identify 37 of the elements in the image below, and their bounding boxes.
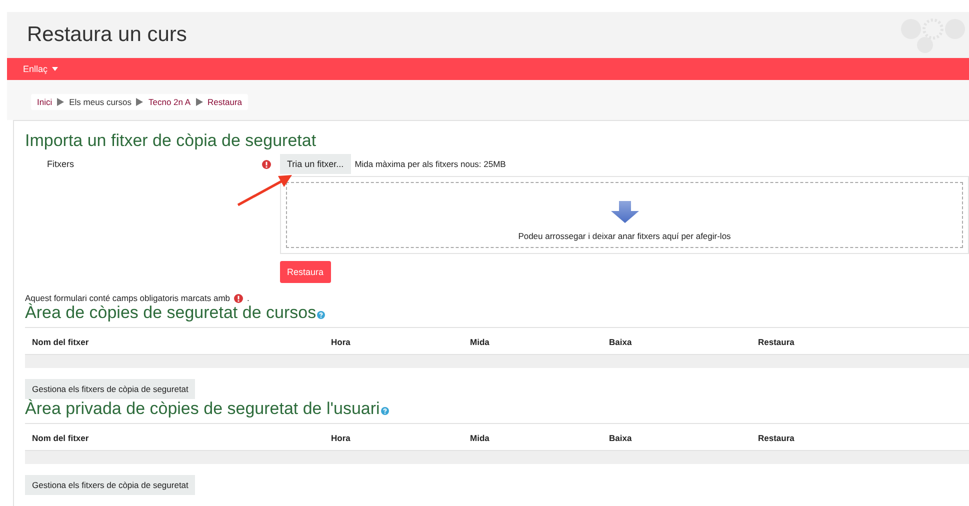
annotation-arrow — [236, 173, 294, 207]
separator-icon — [136, 98, 144, 106]
note-period: . — [247, 293, 250, 303]
manage-backups-button[interactable]: Gestiona els fitxers de còpia de seguretat — [25, 475, 196, 495]
section-heading: Importa un fitxer de còpia de seguretat — [25, 131, 318, 151]
column-header: Restaura — [758, 433, 794, 443]
required-note: Aquest formulari conté camps obligatoris marcats amb — [25, 293, 230, 303]
download-arrow-icon — [610, 201, 638, 223]
column-header: Baixa — [609, 433, 632, 443]
section-heading: Àrea privada de còpies de seguretat de l'usuari — [25, 399, 380, 419]
required-icon — [262, 160, 271, 169]
choose-file-button[interactable]: Tria un fitxer... — [280, 154, 351, 174]
max-size-text: Mida màxima per als fitxers nous: 25MB — [354, 159, 506, 169]
required-icon — [234, 294, 244, 302]
separator-icon — [196, 98, 203, 106]
page-title: Restaura un curs — [27, 23, 187, 47]
breadcrumb-text: Els meus cursos — [69, 97, 132, 107]
manage-backups-button[interactable]: Gestiona els fitxers de còpia de seguretat — [25, 379, 196, 399]
column-header: Mida — [470, 433, 490, 443]
column-header: Nom del fitxer — [32, 433, 89, 443]
column-header: Hora — [331, 337, 350, 347]
field-label: Fitxers — [47, 159, 74, 169]
file-drop-area[interactable]: Podeu arrossegar i deixar anar fitxers aquí per afegir-los — [280, 176, 969, 254]
separator-icon — [57, 98, 64, 106]
breadcrumb-link[interactable]: Tecno 2n A — [148, 97, 191, 107]
help-icon[interactable] — [317, 311, 326, 319]
column-header: Restaura — [758, 337, 794, 347]
column-header: Nom del fitxer — [32, 337, 89, 347]
breadcrumb-link[interactable]: Restaura — [208, 97, 242, 107]
column-header: Hora — [331, 433, 350, 443]
help-icon[interactable] — [380, 407, 389, 415]
column-header: Mida — [470, 337, 490, 347]
drop-hint: Podeu arrossegar i deixar anar fitxers aquí per afegir-los — [518, 231, 731, 241]
column-header: Baixa — [609, 337, 632, 347]
caret-icon — [52, 67, 58, 71]
section-heading: Àrea de còpies de seguretat de cursos — [25, 303, 316, 323]
breadcrumb-link[interactable]: Inici — [37, 97, 52, 107]
